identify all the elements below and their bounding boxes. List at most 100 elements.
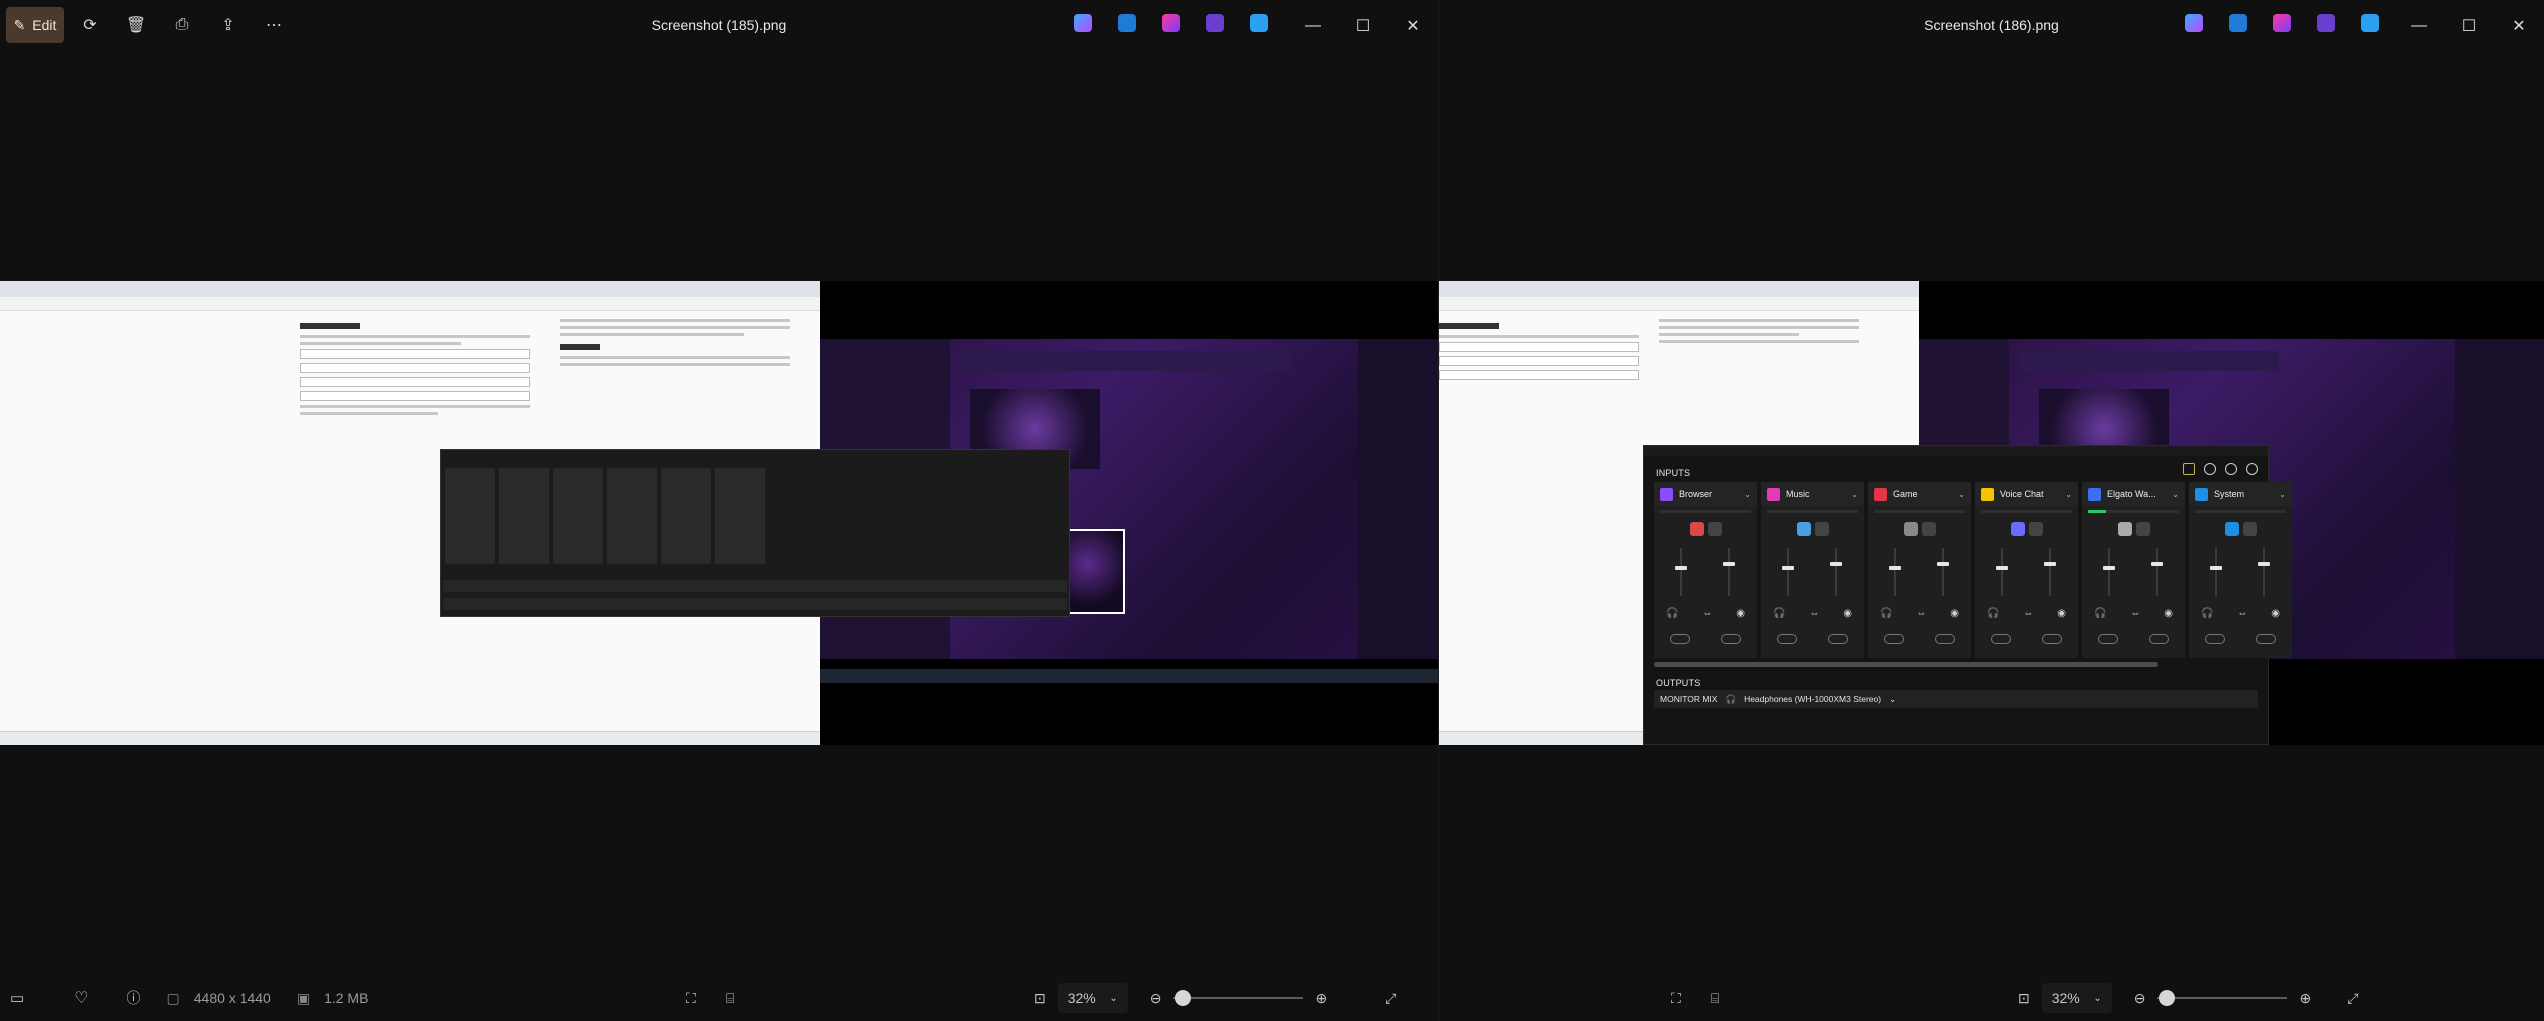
stream-fader[interactable] [1937,548,1949,596]
chevron-down-icon[interactable]: ⌄ [2065,490,2072,499]
monitor-effects-icon[interactable] [1776,634,1797,644]
mixer-channel[interactable]: Browser ⌄ 🎧 ⇔ ◉ [1654,482,1757,658]
stream-effects-icon[interactable] [2256,634,2277,644]
text-extract-icon[interactable]: ⌸ [726,990,734,1007]
monitor-fader[interactable] [2103,548,2115,596]
zoom-in-icon[interactable]: ⊕ [2299,990,2311,1007]
output-row[interactable]: MONITOR MIX 🎧 Headphones (WH-1000XM3 Ste… [1654,690,2258,708]
print-icon[interactable]: ⎙ [162,7,202,43]
paint-icon[interactable] [1118,14,1136,32]
close-icon[interactable]: ✕ [1388,0,1438,52]
stream-fader[interactable] [1723,548,1735,596]
filmstrip-icon[interactable]: ▭ [10,989,24,1007]
fader-handle[interactable] [1675,566,1687,570]
stream-effects-icon[interactable] [2149,634,2170,644]
stream-fader[interactable] [1830,548,1842,596]
channel-header[interactable]: Music ⌄ [1761,482,1864,506]
favorite-icon[interactable]: ♡ [74,988,88,1008]
broadcast-icon[interactable]: ◉ [1950,608,1959,619]
link-icon[interactable]: ⇔ [1809,608,1819,619]
monitor-effects-icon[interactable] [2097,634,2118,644]
mixer-channel[interactable]: Voice Chat ⌄ 🎧 ⇔ ◉ [1975,482,2078,658]
broadcast-icon[interactable]: ◉ [2164,608,2173,619]
visual-search-icon[interactable]: ⛶ [1671,990,1681,1007]
image-preview[interactable]: INPUTS Browser ⌄ 🎧 ⇔ ◉ Music ⌄ 🎧 ⇔ ◉ Game ⌄ 🎧 ⇔ ◉ Voice… [1439,281,2544,745]
copilot-icon[interactable] [1074,14,1092,32]
stream-fader[interactable] [2044,548,2056,596]
apps-grid-icon[interactable] [2183,463,2195,475]
minimize-icon[interactable]: — [2394,0,2444,52]
fader-handle[interactable] [1830,562,1842,566]
channel-header[interactable]: System ⌄ [2189,482,2292,506]
info-icon[interactable]: ⓘ [127,988,141,1008]
delete-icon[interactable]: 🗑 [116,7,156,43]
mixer-channel[interactable]: Music ⌄ 🎧 ⇔ ◉ [1761,482,1864,658]
headphones-icon[interactable]: 🎧 [2201,608,2213,619]
fullscreen-icon[interactable]: ⤢ [1385,990,1396,1007]
monitor-fader[interactable] [1675,548,1687,596]
mixer-channel[interactable]: Elgato Wa... ⌄ 🎧 ⇔ ◉ [2082,482,2185,658]
fader-handle[interactable] [1723,562,1735,566]
designer-icon[interactable] [2273,14,2291,32]
fit-icon[interactable]: ⊡ [2018,990,2030,1007]
maximize-icon[interactable]: ☐ [2444,0,2494,52]
monitor-effects-icon[interactable] [2204,634,2225,644]
link-icon[interactable]: ⇔ [1916,608,1926,619]
fader-handle[interactable] [2210,566,2222,570]
fader-handle[interactable] [1782,566,1794,570]
copilot-icon[interactable] [2185,14,2203,32]
profile-icon[interactable] [2246,463,2258,475]
zoom-slider[interactable] [1173,990,1304,1006]
channel-header[interactable]: Browser ⌄ [1654,482,1757,506]
fullscreen-icon[interactable]: ⤢ [2347,990,2358,1007]
monitor-icon[interactable] [2204,463,2216,475]
zoom-slider-knob[interactable] [1175,990,1192,1006]
more-icon[interactable]: ⋯ [254,7,294,43]
close-icon[interactable]: ✕ [2494,0,2544,52]
chevron-down-icon[interactable]: ⌄ [2279,490,2286,499]
stream-effects-icon[interactable] [1721,634,1742,644]
stream-fader[interactable] [2258,548,2270,596]
headphones-icon[interactable]: 🎧 [1666,608,1678,619]
chevron-down-icon[interactable]: ⌄ [2172,490,2179,499]
fader-handle[interactable] [2044,562,2056,566]
minimize-icon[interactable]: — [1288,0,1338,52]
designer-icon[interactable] [1162,14,1180,32]
monitor-effects-icon[interactable] [1990,634,2011,644]
stream-effects-icon[interactable] [1935,634,1956,644]
zoom-out-icon[interactable]: ⊖ [1150,990,1162,1007]
zoom-select[interactable]: 32% ⌄ [1057,983,1128,1013]
maximize-icon[interactable]: ☐ [1338,0,1388,52]
zoom-slider[interactable] [2157,990,2288,1006]
link-icon[interactable]: ⇔ [2130,608,2140,619]
clipchamp-icon[interactable] [1206,14,1224,32]
stream-fader[interactable] [2151,548,2163,596]
paint-icon[interactable] [2229,14,2247,32]
broadcast-icon[interactable]: ◉ [1843,608,1852,619]
headphones-icon[interactable]: 🎧 [1987,608,1999,619]
chevron-down-icon[interactable]: ⌄ [1958,490,1965,499]
link-icon[interactable]: ⇔ [2237,608,2247,619]
zoom-out-icon[interactable]: ⊖ [2134,990,2146,1007]
visual-search-icon[interactable]: ⛶ [686,990,696,1007]
edit-button[interactable]: ✎ Edit [6,7,64,43]
monitor-fader[interactable] [1782,548,1794,596]
monitor-fader[interactable] [1996,548,2008,596]
fit-icon[interactable]: ⊡ [1034,990,1046,1007]
fader-handle[interactable] [2103,566,2115,570]
monitor-effects-icon[interactable] [1883,634,1904,644]
output-device[interactable]: Headphones (WH-1000XM3 Stereo) [1744,694,1881,704]
chevron-down-icon[interactable]: ⌄ [1744,490,1751,499]
fader-handle[interactable] [1889,566,1901,570]
fader-handle[interactable] [1996,566,2008,570]
rotate-icon[interactable]: ⟳ [70,7,110,43]
zoom-slider-knob[interactable] [2159,990,2176,1006]
stream-effects-icon[interactable] [1828,634,1849,644]
broadcast-icon[interactable]: ◉ [2057,608,2066,619]
text-extract-icon[interactable]: ⌸ [1711,990,1719,1007]
settings-icon[interactable] [2225,463,2237,475]
clipchamp-icon[interactable] [2317,14,2335,32]
channel-header[interactable]: Game ⌄ [1868,482,1971,506]
chevron-down-icon[interactable]: ⌄ [1851,490,1858,499]
stream-effects-icon[interactable] [2042,634,2063,644]
